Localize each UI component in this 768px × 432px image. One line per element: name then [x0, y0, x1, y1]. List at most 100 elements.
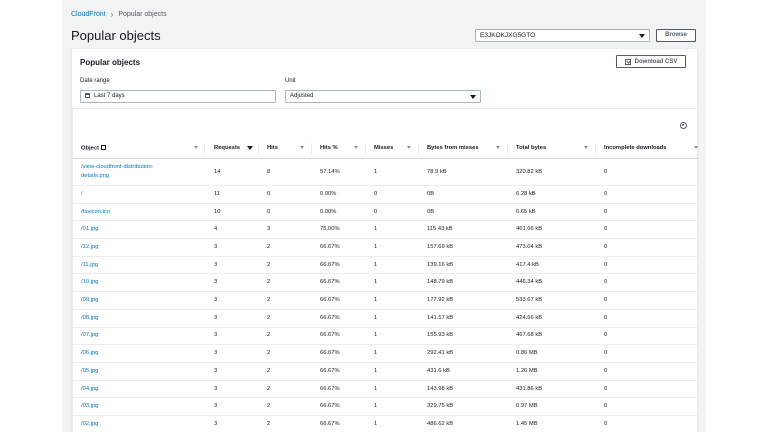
incomplete-downloads-cell: 0 — [604, 226, 608, 233]
download-csv-button[interactable]: Download CSV — [616, 55, 686, 68]
column-divider — [258, 143, 259, 154]
table-row: /07.jpg 3 2 66.67% 1 155.93 kB 467.68 kB… — [73, 327, 698, 346]
object-link[interactable]: /08.jpg — [81, 309, 98, 327]
sort-desc-icon[interactable] — [247, 146, 253, 150]
bytes-from-misses-cell: 486.62 kB — [427, 420, 454, 427]
filter-icon[interactable] — [300, 146, 304, 149]
hits-cell: 0 — [267, 208, 271, 215]
incomplete-downloads-cell: 0 — [604, 261, 608, 268]
object-link[interactable]: /06.jpg — [81, 344, 98, 362]
hits-pct-cell: 66.67% — [320, 332, 340, 339]
object-link[interactable]: /07.jpg — [81, 327, 98, 345]
filter-icon[interactable] — [354, 146, 358, 149]
table-row: / 11 0 0.00% 0 0B 6.28 kB 0 — [73, 185, 698, 204]
browse-button[interactable]: Browse — [656, 29, 696, 42]
misses-cell: 1 — [374, 243, 378, 250]
object-link[interactable]: /09.jpg — [81, 291, 98, 309]
col-header-requests[interactable]: Requests — [214, 145, 240, 151]
incomplete-downloads-cell: 0 — [604, 314, 608, 321]
total-bytes-cell: 446.34 kB — [516, 279, 543, 286]
breadcrumb: CloudFront › Popular objects — [71, 10, 167, 19]
requests-cell: 3 — [214, 297, 218, 304]
unit-select[interactable]: Adjusted — [285, 90, 481, 103]
panel-title: Popular objects — [80, 58, 141, 67]
bytes-from-misses-cell: 148.79 kB — [427, 279, 454, 286]
object-link[interactable]: /favicon.ico — [81, 203, 110, 221]
col-header-total-bytes[interactable]: Total bytes — [516, 145, 546, 151]
filter-icon[interactable] — [584, 146, 588, 149]
misses-cell: 1 — [374, 169, 378, 175]
filter-icon[interactable] — [694, 146, 698, 149]
distribution-select[interactable]: E3JKOKJXG5GTO — [475, 29, 650, 42]
table-header: Object Requests Hits Hits % Misses Bytes… — [73, 139, 698, 159]
column-divider — [507, 143, 508, 154]
object-link[interactable]: /05.jpg — [81, 362, 98, 380]
caret-down-icon — [639, 34, 645, 38]
filter-icon[interactable] — [496, 146, 500, 149]
bytes-from-misses-cell: 143.98 kB — [427, 385, 454, 392]
hits-pct-cell: 66.67% — [320, 403, 340, 410]
col-header-hits[interactable]: Hits — [267, 145, 278, 151]
incomplete-downloads-cell: 0 — [604, 350, 608, 357]
requests-cell: 3 — [214, 403, 218, 410]
bytes-from-misses-cell: 292.41 kB — [427, 350, 454, 357]
total-bytes-cell: 417.4 kB — [516, 261, 539, 268]
misses-cell: 1 — [374, 261, 378, 268]
object-link[interactable]: / — [81, 185, 83, 203]
hits-pct-cell: 57.14% — [320, 169, 340, 175]
object-link[interactable]: /02.jpg — [81, 415, 98, 432]
hits-cell: 2 — [267, 314, 271, 321]
hits-pct-cell: 66.67% — [320, 243, 340, 250]
table-row: /02.jpg 3 2 66.67% 1 486.62 kB 1.45 MB 0 — [73, 415, 698, 432]
hits-cell: 2 — [267, 297, 271, 304]
misses-cell: 1 — [374, 314, 378, 321]
incomplete-downloads-cell: 0 — [604, 243, 608, 250]
object-link[interactable]: /01.jpg — [81, 220, 98, 238]
object-link[interactable]: /10.jpg — [81, 274, 98, 292]
col-header-object[interactable]: Object — [81, 145, 107, 152]
misses-cell: 1 — [374, 403, 378, 410]
bytes-from-misses-cell: 78.9 kB — [427, 169, 447, 175]
unit-value: Adjusted — [290, 93, 314, 99]
incomplete-downloads-cell: 0 — [604, 169, 608, 175]
table-row: /05.jpg 3 2 66.67% 1 431.6 kB 1.26 MB 0 — [73, 362, 698, 381]
hits-cell: 2 — [267, 332, 271, 339]
hits-pct-cell: 0.00% — [320, 208, 337, 215]
column-divider — [311, 143, 312, 154]
bytes-from-misses-cell: 141.57 kB — [427, 314, 454, 321]
popular-objects-table: Object Requests Hits Hits % Misses Bytes… — [72, 109, 698, 432]
object-link[interactable]: /12.jpg — [81, 238, 98, 256]
gear-icon[interactable] — [680, 122, 687, 129]
object-link[interactable]: /11.jpg — [81, 256, 98, 274]
hits-pct-cell: 66.67% — [320, 297, 340, 304]
object-link[interactable]: /view-cloudfront-distribution-details.pn… — [81, 159, 201, 185]
incomplete-downloads-cell: 0 — [604, 403, 608, 410]
column-divider — [365, 143, 366, 154]
requests-cell: 10 — [214, 208, 221, 215]
total-bytes-cell: 467.68 kB — [516, 332, 543, 339]
date-range-picker[interactable]: Last 7 days — [80, 90, 276, 103]
incomplete-downloads-cell: 0 — [604, 190, 608, 197]
hits-cell: 2 — [267, 261, 271, 268]
filter-icon[interactable] — [194, 146, 198, 149]
hits-pct-cell: 66.67% — [320, 367, 340, 374]
breadcrumb-cloudfront-link[interactable]: CloudFront — [71, 11, 106, 18]
col-header-hits-pct[interactable]: Hits % — [320, 145, 338, 151]
col-header-bytes-from-misses[interactable]: Bytes from misses — [427, 145, 479, 151]
incomplete-downloads-cell: 0 — [604, 279, 608, 286]
col-header-incomplete-downloads[interactable]: Incomplete downloads — [604, 145, 666, 151]
hits-cell: 2 — [267, 243, 271, 250]
bytes-from-misses-cell: 0B — [427, 208, 435, 215]
misses-cell: 1 — [374, 367, 378, 374]
requests-cell: 14 — [214, 169, 221, 175]
object-link[interactable]: /03.jpg — [81, 397, 98, 415]
requests-cell: 3 — [214, 279, 218, 286]
page-title: Popular objects — [71, 28, 161, 43]
object-link[interactable]: /04.jpg — [81, 380, 98, 398]
filter-icon[interactable] — [407, 146, 411, 149]
total-bytes-cell: 0.97 MB — [516, 403, 538, 410]
total-bytes-cell: 461.66 kB — [516, 226, 543, 233]
hits-cell: 2 — [267, 420, 271, 427]
total-bytes-cell: 0.86 MB — [516, 350, 538, 357]
col-header-misses[interactable]: Misses — [374, 145, 393, 151]
